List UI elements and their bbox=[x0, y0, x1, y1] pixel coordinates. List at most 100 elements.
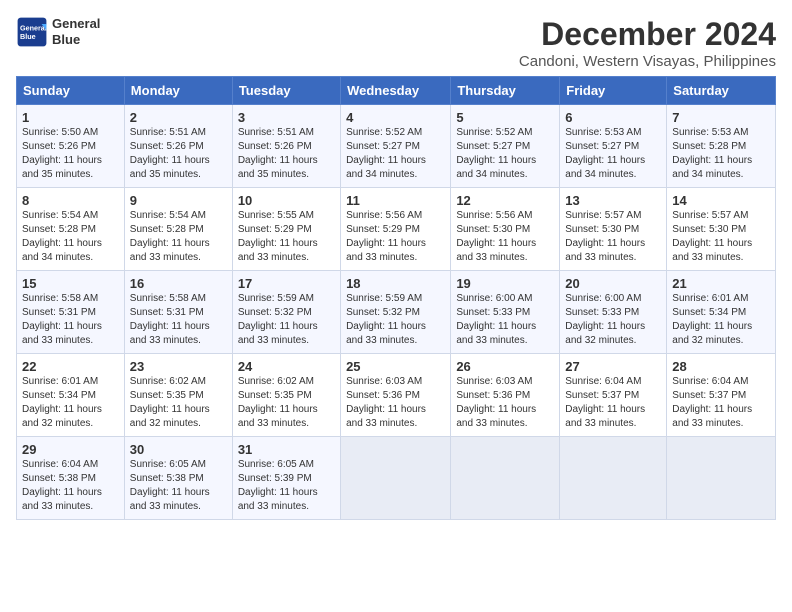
day-cell: 11 Sunrise: 5:56 AMSunset: 5:29 PMDaylig… bbox=[341, 188, 451, 271]
day-cell: 28 Sunrise: 6:04 AMSunset: 5:37 PMDaylig… bbox=[667, 354, 776, 437]
day-info: Sunrise: 5:58 AMSunset: 5:31 PMDaylight:… bbox=[22, 293, 102, 346]
day-cell: 27 Sunrise: 6:04 AMSunset: 5:37 PMDaylig… bbox=[560, 354, 667, 437]
day-info: Sunrise: 5:50 AMSunset: 5:26 PMDaylight:… bbox=[22, 127, 102, 180]
day-number: 31 bbox=[238, 442, 335, 457]
day-cell: 7 Sunrise: 5:53 AMSunset: 5:28 PMDayligh… bbox=[667, 105, 776, 188]
day-cell: 23 Sunrise: 6:02 AMSunset: 5:35 PMDaylig… bbox=[124, 354, 232, 437]
day-info: Sunrise: 5:57 AMSunset: 5:30 PMDaylight:… bbox=[565, 210, 645, 263]
day-cell: 18 Sunrise: 5:59 AMSunset: 5:32 PMDaylig… bbox=[341, 271, 451, 354]
day-number: 29 bbox=[22, 442, 119, 457]
header-thursday: Thursday bbox=[451, 77, 560, 105]
day-cell: 17 Sunrise: 5:59 AMSunset: 5:32 PMDaylig… bbox=[232, 271, 340, 354]
day-info: Sunrise: 6:04 AMSunset: 5:38 PMDaylight:… bbox=[22, 459, 102, 512]
day-number: 14 bbox=[672, 193, 770, 208]
day-number: 19 bbox=[456, 276, 554, 291]
day-number: 15 bbox=[22, 276, 119, 291]
day-cell: 1 Sunrise: 5:50 AMSunset: 5:26 PMDayligh… bbox=[17, 105, 125, 188]
day-number: 11 bbox=[346, 193, 445, 208]
day-number: 24 bbox=[238, 359, 335, 374]
day-cell: 12 Sunrise: 5:56 AMSunset: 5:30 PMDaylig… bbox=[451, 188, 560, 271]
day-info: Sunrise: 6:01 AMSunset: 5:34 PMDaylight:… bbox=[22, 376, 102, 429]
day-number: 7 bbox=[672, 110, 770, 125]
day-cell: 5 Sunrise: 5:52 AMSunset: 5:27 PMDayligh… bbox=[451, 105, 560, 188]
day-info: Sunrise: 5:56 AMSunset: 5:29 PMDaylight:… bbox=[346, 210, 426, 263]
day-info: Sunrise: 6:04 AMSunset: 5:37 PMDaylight:… bbox=[672, 376, 752, 429]
header-saturday: Saturday bbox=[667, 77, 776, 105]
day-cell: 20 Sunrise: 6:00 AMSunset: 5:33 PMDaylig… bbox=[560, 271, 667, 354]
day-cell: 15 Sunrise: 5:58 AMSunset: 5:31 PMDaylig… bbox=[17, 271, 125, 354]
day-info: Sunrise: 5:58 AMSunset: 5:31 PMDaylight:… bbox=[130, 293, 210, 346]
day-cell bbox=[451, 437, 560, 520]
day-number: 4 bbox=[346, 110, 445, 125]
day-number: 8 bbox=[22, 193, 119, 208]
day-info: Sunrise: 5:54 AMSunset: 5:28 PMDaylight:… bbox=[130, 210, 210, 263]
calendar-table: SundayMondayTuesdayWednesdayThursdayFrid… bbox=[16, 76, 776, 520]
day-cell: 10 Sunrise: 5:55 AMSunset: 5:29 PMDaylig… bbox=[232, 188, 340, 271]
week-row-2: 8 Sunrise: 5:54 AMSunset: 5:28 PMDayligh… bbox=[17, 188, 776, 271]
day-number: 25 bbox=[346, 359, 445, 374]
day-number: 28 bbox=[672, 359, 770, 374]
day-cell: 30 Sunrise: 6:05 AMSunset: 5:38 PMDaylig… bbox=[124, 437, 232, 520]
day-info: Sunrise: 5:51 AMSunset: 5:26 PMDaylight:… bbox=[130, 127, 210, 180]
day-info: Sunrise: 5:55 AMSunset: 5:29 PMDaylight:… bbox=[238, 210, 318, 263]
day-cell: 3 Sunrise: 5:51 AMSunset: 5:26 PMDayligh… bbox=[232, 105, 340, 188]
day-cell: 8 Sunrise: 5:54 AMSunset: 5:28 PMDayligh… bbox=[17, 188, 125, 271]
day-info: Sunrise: 6:00 AMSunset: 5:33 PMDaylight:… bbox=[565, 293, 645, 346]
day-number: 10 bbox=[238, 193, 335, 208]
day-number: 2 bbox=[130, 110, 227, 125]
day-info: Sunrise: 5:56 AMSunset: 5:30 PMDaylight:… bbox=[456, 210, 536, 263]
day-number: 17 bbox=[238, 276, 335, 291]
day-number: 6 bbox=[565, 110, 661, 125]
day-number: 1 bbox=[22, 110, 119, 125]
day-cell: 21 Sunrise: 6:01 AMSunset: 5:34 PMDaylig… bbox=[667, 271, 776, 354]
day-cell: 14 Sunrise: 5:57 AMSunset: 5:30 PMDaylig… bbox=[667, 188, 776, 271]
day-info: Sunrise: 5:53 AMSunset: 5:28 PMDaylight:… bbox=[672, 127, 752, 180]
logo-icon: General Blue bbox=[16, 16, 48, 48]
logo: General Blue General Blue bbox=[16, 16, 100, 48]
svg-text:Blue: Blue bbox=[20, 32, 36, 41]
header-sunday: Sunday bbox=[17, 77, 125, 105]
calendar-header-row: SundayMondayTuesdayWednesdayThursdayFrid… bbox=[17, 77, 776, 105]
header-tuesday: Tuesday bbox=[232, 77, 340, 105]
day-info: Sunrise: 5:51 AMSunset: 5:26 PMDaylight:… bbox=[238, 127, 318, 180]
day-number: 26 bbox=[456, 359, 554, 374]
day-cell: 4 Sunrise: 5:52 AMSunset: 5:27 PMDayligh… bbox=[341, 105, 451, 188]
day-cell: 16 Sunrise: 5:58 AMSunset: 5:31 PMDaylig… bbox=[124, 271, 232, 354]
day-info: Sunrise: 6:01 AMSunset: 5:34 PMDaylight:… bbox=[672, 293, 752, 346]
day-number: 12 bbox=[456, 193, 554, 208]
week-row-5: 29 Sunrise: 6:04 AMSunset: 5:38 PMDaylig… bbox=[17, 437, 776, 520]
day-cell bbox=[560, 437, 667, 520]
day-cell: 22 Sunrise: 6:01 AMSunset: 5:34 PMDaylig… bbox=[17, 354, 125, 437]
day-number: 22 bbox=[22, 359, 119, 374]
week-row-3: 15 Sunrise: 5:58 AMSunset: 5:31 PMDaylig… bbox=[17, 271, 776, 354]
day-cell bbox=[667, 437, 776, 520]
day-info: Sunrise: 5:52 AMSunset: 5:27 PMDaylight:… bbox=[456, 127, 536, 180]
day-cell: 2 Sunrise: 5:51 AMSunset: 5:26 PMDayligh… bbox=[124, 105, 232, 188]
day-number: 16 bbox=[130, 276, 227, 291]
day-cell bbox=[341, 437, 451, 520]
day-cell: 26 Sunrise: 6:03 AMSunset: 5:36 PMDaylig… bbox=[451, 354, 560, 437]
day-cell: 24 Sunrise: 6:02 AMSunset: 5:35 PMDaylig… bbox=[232, 354, 340, 437]
day-info: Sunrise: 6:03 AMSunset: 5:36 PMDaylight:… bbox=[456, 376, 536, 429]
day-number: 9 bbox=[130, 193, 227, 208]
day-info: Sunrise: 6:03 AMSunset: 5:36 PMDaylight:… bbox=[346, 376, 426, 429]
header-wednesday: Wednesday bbox=[341, 77, 451, 105]
day-cell: 9 Sunrise: 5:54 AMSunset: 5:28 PMDayligh… bbox=[124, 188, 232, 271]
day-info: Sunrise: 5:59 AMSunset: 5:32 PMDaylight:… bbox=[346, 293, 426, 346]
day-info: Sunrise: 5:59 AMSunset: 5:32 PMDaylight:… bbox=[238, 293, 318, 346]
day-number: 27 bbox=[565, 359, 661, 374]
day-info: Sunrise: 6:05 AMSunset: 5:38 PMDaylight:… bbox=[130, 459, 210, 512]
day-number: 21 bbox=[672, 276, 770, 291]
day-cell: 13 Sunrise: 5:57 AMSunset: 5:30 PMDaylig… bbox=[560, 188, 667, 271]
day-number: 18 bbox=[346, 276, 445, 291]
page-header: General Blue General Blue December 2024 … bbox=[16, 16, 776, 70]
day-cell: 31 Sunrise: 6:05 AMSunset: 5:39 PMDaylig… bbox=[232, 437, 340, 520]
title-block: December 2024 Candoni, Western Visayas, … bbox=[519, 16, 776, 70]
day-info: Sunrise: 6:00 AMSunset: 5:33 PMDaylight:… bbox=[456, 293, 536, 346]
main-title: December 2024 bbox=[519, 16, 776, 53]
logo-text: General Blue bbox=[52, 16, 100, 47]
day-number: 5 bbox=[456, 110, 554, 125]
day-info: Sunrise: 6:02 AMSunset: 5:35 PMDaylight:… bbox=[130, 376, 210, 429]
subtitle: Candoni, Western Visayas, Philippines bbox=[519, 53, 776, 70]
day-cell: 25 Sunrise: 6:03 AMSunset: 5:36 PMDaylig… bbox=[341, 354, 451, 437]
